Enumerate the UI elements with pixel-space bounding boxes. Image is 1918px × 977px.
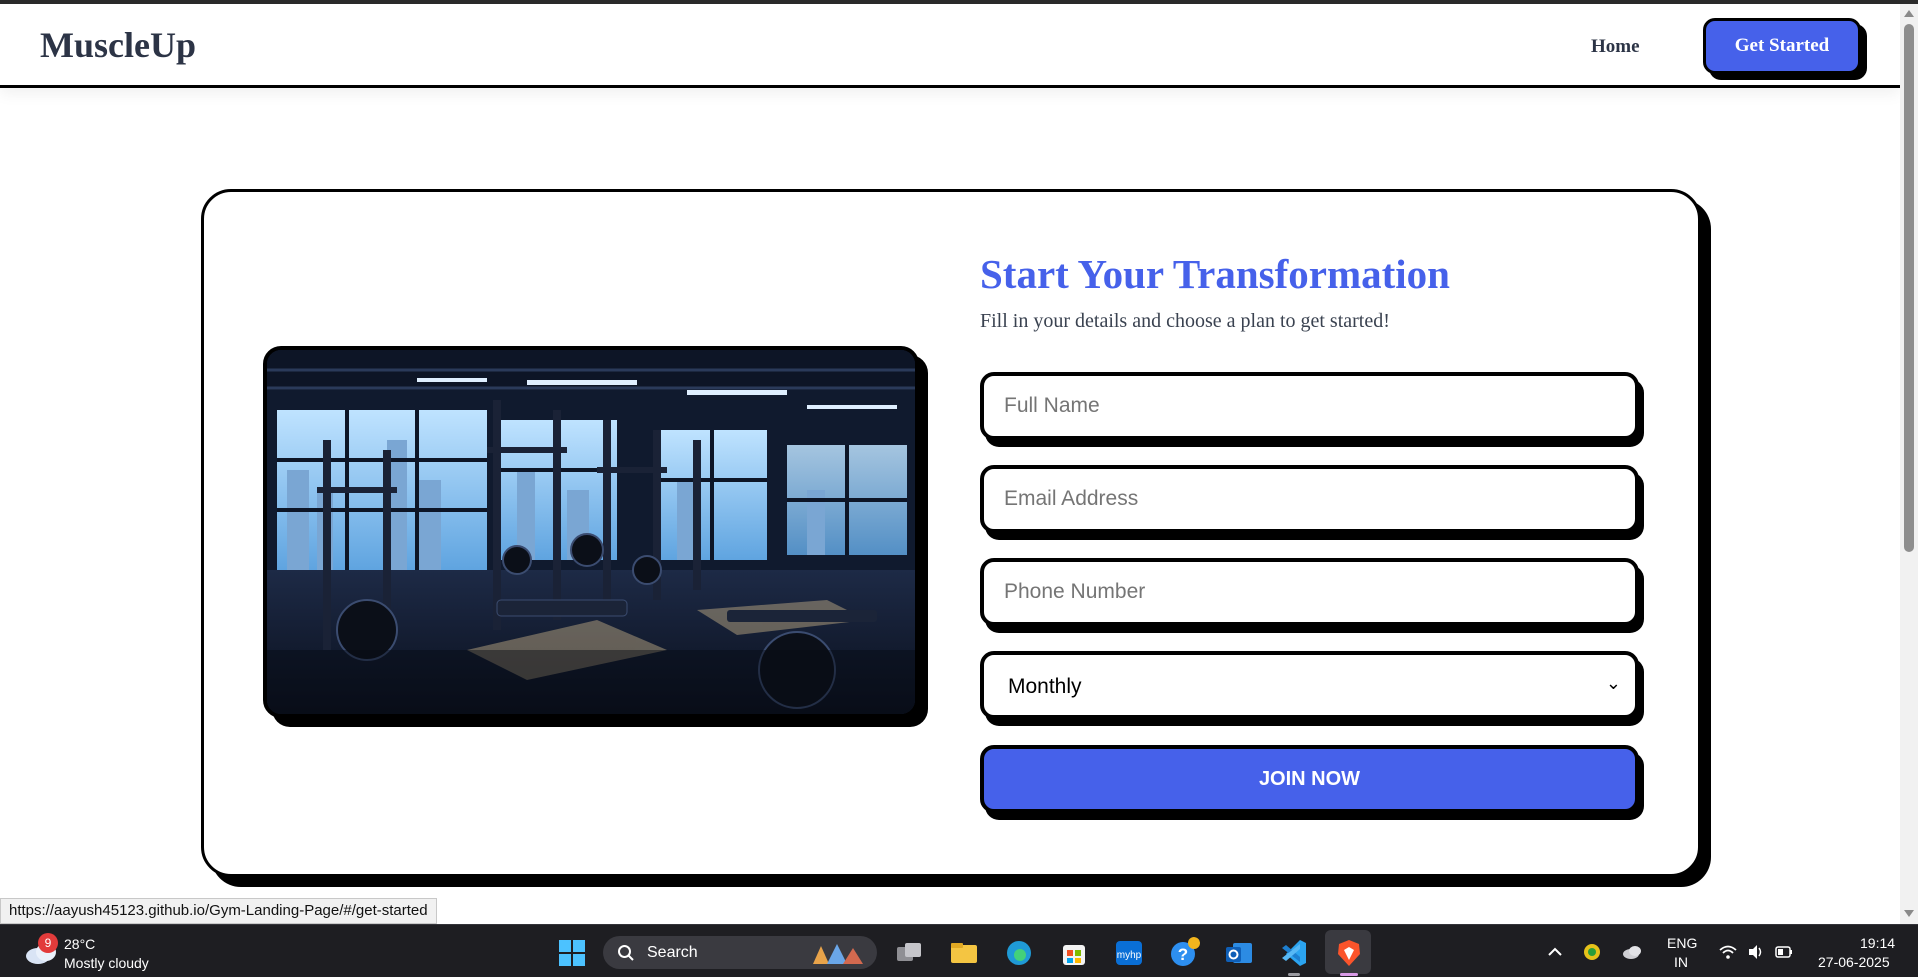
gym-image — [263, 346, 919, 718]
scroll-down-arrow-icon[interactable] — [1904, 910, 1914, 917]
gym-illustration — [267, 350, 915, 714]
navbar: MuscleUp Home Get Started — [0, 4, 1900, 88]
language-region[interactable]: IN — [1674, 954, 1688, 970]
search-icon — [618, 945, 634, 961]
plan-select-value: Monthly — [1008, 675, 1082, 698]
scrollbar-thumb[interactable] — [1904, 24, 1914, 552]
search-label: Search — [647, 944, 698, 961]
search-highlight-icon — [813, 944, 863, 964]
chevron-down-icon: ⌄ — [1605, 673, 1621, 694]
volume-icon[interactable] — [1746, 942, 1766, 962]
wifi-icon[interactable] — [1718, 942, 1738, 962]
get-started-button[interactable]: Get Started — [1703, 18, 1861, 74]
file-explorer-icon[interactable] — [948, 937, 980, 969]
task-view-icon[interactable] — [893, 937, 925, 969]
vscode-running-indicator — [1288, 973, 1300, 976]
myhp-icon[interactable]: myhp — [1113, 937, 1145, 969]
taskbar: 9 28°C Mostly cloudy Search myhp ? ENG I… — [0, 924, 1918, 977]
taskbar-search-box[interactable]: Search — [603, 936, 877, 969]
brave-browser-icon[interactable] — [1333, 937, 1365, 969]
windows-start-icon[interactable] — [556, 937, 588, 969]
vscode-icon[interactable] — [1278, 937, 1310, 969]
full-name-input[interactable] — [980, 372, 1639, 440]
microsoft-store-icon[interactable] — [1058, 937, 1090, 969]
weather-temperature[interactable]: 28°C — [64, 936, 95, 952]
nav-home-link[interactable]: Home — [1591, 36, 1640, 58]
clock-time[interactable]: 19:14 — [1860, 935, 1895, 951]
svg-text:myhp: myhp — [1117, 950, 1142, 961]
page-subtitle: Fill in your details and choose a plan t… — [980, 310, 1390, 332]
phone-input[interactable] — [980, 558, 1639, 626]
email-input[interactable] — [980, 465, 1639, 533]
help-icon[interactable]: ? — [1168, 937, 1200, 969]
brand-logo[interactable]: MuscleUp — [40, 24, 196, 66]
chevron-up-icon[interactable] — [1545, 942, 1565, 962]
scroll-up-arrow-icon[interactable] — [1904, 10, 1914, 17]
battery-icon[interactable] — [1774, 942, 1794, 962]
weather-description[interactable]: Mostly cloudy — [64, 955, 149, 971]
outlook-icon[interactable] — [1223, 937, 1255, 969]
weather-alert-badge: 9 — [38, 933, 58, 953]
vpn-shield-icon[interactable] — [1582, 942, 1602, 962]
plan-select[interactable]: Monthly ⌄ — [980, 651, 1639, 719]
brave-active-indicator — [1340, 973, 1358, 976]
language-code[interactable]: ENG — [1667, 935, 1697, 951]
edge-browser-icon[interactable] — [1003, 937, 1035, 969]
clock-date[interactable]: 27-06-2025 — [1818, 954, 1890, 970]
onedrive-cloud-icon[interactable] — [1622, 942, 1642, 962]
page-title: Start Your Transformation — [980, 251, 1450, 297]
join-now-button[interactable]: JOIN NOW — [980, 745, 1639, 813]
page-scrollbar[interactable] — [1900, 4, 1918, 924]
svg-text:?: ? — [1178, 945, 1188, 964]
link-status-url: https://aayush45123.github.io/Gym-Landin… — [0, 898, 437, 924]
